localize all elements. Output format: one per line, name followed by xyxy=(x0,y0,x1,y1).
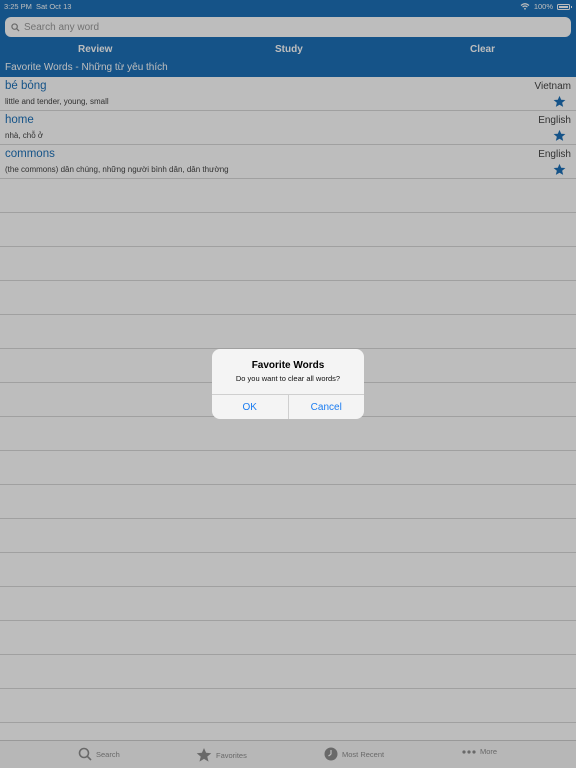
dialog-buttons: OK Cancel xyxy=(212,394,364,419)
ok-button[interactable]: OK xyxy=(212,395,289,419)
cancel-button[interactable]: Cancel xyxy=(289,395,365,419)
clear-confirm-dialog: Favorite Words Do you want to clear all … xyxy=(212,349,364,419)
dialog-title: Favorite Words xyxy=(251,360,325,371)
dialog-message: Do you want to clear all words? xyxy=(235,374,341,383)
